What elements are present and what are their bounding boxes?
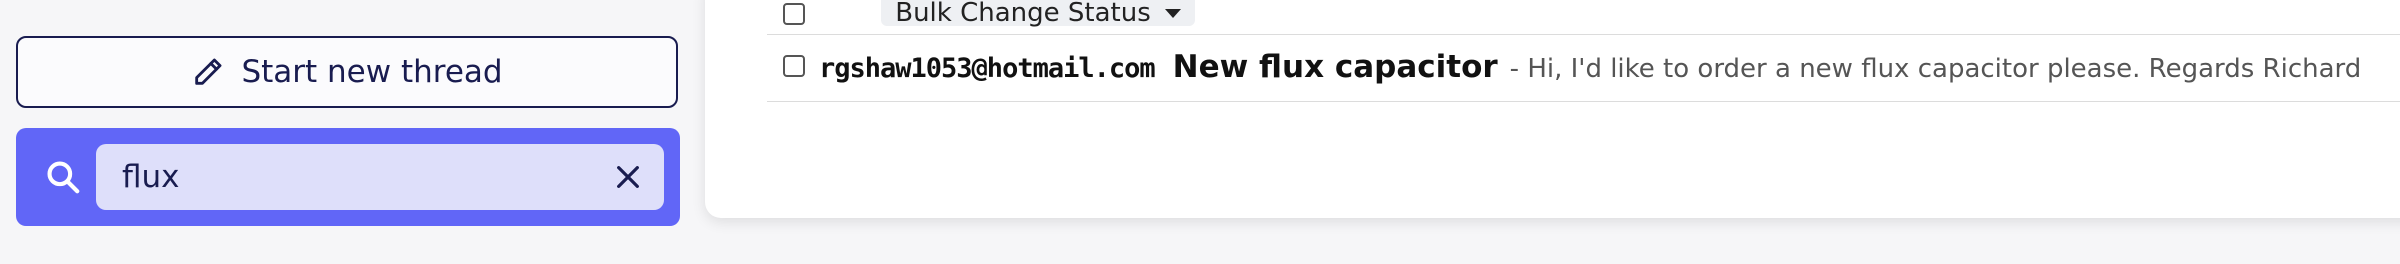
thread-checkbox[interactable]: [783, 55, 805, 77]
thread-list-panel: Bulk Change Status rgshaw1053@hotmail.co…: [705, 0, 2400, 218]
thread-snippet: - Hi, I'd like to order a new flux capac…: [1509, 54, 2362, 84]
select-all-checkbox[interactable]: [783, 3, 805, 25]
search-icon[interactable]: [44, 158, 82, 196]
bulk-change-status-button[interactable]: Bulk Change Status: [881, 0, 1195, 28]
bulk-change-status-label: Bulk Change Status: [895, 0, 1151, 28]
search-input[interactable]: [96, 144, 576, 210]
pencil-icon: [191, 55, 225, 89]
close-icon[interactable]: [612, 161, 644, 193]
search-panel: [16, 128, 680, 226]
search-box: [96, 144, 664, 210]
caret-down-icon: [1164, 8, 1181, 18]
thread-subject: New flux capacitor: [1172, 49, 1498, 85]
thread-row-text: rgshaw1053@hotmail.com New flux capacito…: [819, 49, 2361, 85]
start-new-thread-label: Start new thread: [241, 54, 503, 90]
thread-row[interactable]: rgshaw1053@hotmail.com New flux capacito…: [767, 35, 2400, 102]
bulk-toolbar: Bulk Change Status: [767, 0, 2400, 35]
sidebar: Start new thread: [0, 0, 690, 264]
thread-sender: rgshaw1053@hotmail.com: [819, 53, 1156, 84]
start-new-thread-button[interactable]: Start new thread: [16, 36, 678, 108]
